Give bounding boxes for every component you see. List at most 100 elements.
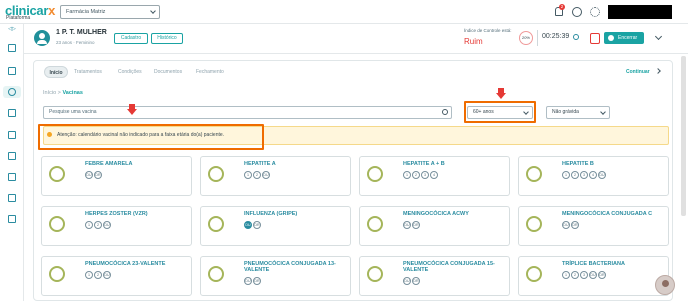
dose-badge[interactable]: 1 [85, 221, 93, 229]
chart-icon[interactable] [8, 67, 16, 75]
top-bar: clinicarx Plataforma Farmácia Matriz 2 [0, 0, 688, 24]
dose-badge[interactable]: DU [85, 171, 93, 179]
dose-badge[interactable]: 2 [571, 271, 579, 279]
bank-icon[interactable] [8, 173, 16, 181]
clinicarx-logo[interactable]: clinicarx Plataforma [5, 3, 57, 21]
dose-badge[interactable]: DR [598, 271, 606, 279]
dose-badge[interactable]: DU [403, 277, 411, 285]
dose-badge[interactable]: DU [589, 271, 597, 279]
help-icon[interactable] [572, 7, 582, 17]
pregnancy-select[interactable]: Não grávida [546, 106, 610, 119]
vaccine-card[interactable]: HEPATITE B 1 2 3 4 DU [518, 156, 669, 196]
user-menu-redacted[interactable] [608, 5, 672, 19]
vaccine-card[interactable]: HERPES ZOSTER (VZR) 1 2 DU [41, 206, 192, 246]
encerrar-button[interactable]: Encerrar [604, 32, 644, 44]
search-icon[interactable] [442, 109, 448, 115]
historico-button[interactable]: Histórico [151, 33, 183, 44]
vaccine-card[interactable]: PNEUMOCÓCICA CONJUGADA 15-VALENTE DU DR [359, 256, 510, 296]
dose-badge[interactable]: DR [253, 277, 261, 285]
vaccine-status-circle[interactable] [526, 216, 542, 232]
tab-tratamentos[interactable]: Tratamentos [74, 66, 102, 78]
vaccine-card[interactable]: HEPATITE A + B 1234 [359, 156, 510, 196]
dose-badge[interactable]: 3 [421, 171, 429, 179]
dose-badge[interactable]: DU [262, 171, 270, 179]
assistant-avatar[interactable] [655, 275, 675, 295]
vaccine-status-circle[interactable] [367, 166, 383, 182]
chevron-right-icon[interactable] [655, 68, 661, 74]
folder-icon[interactable] [8, 152, 16, 160]
trash-icon[interactable] [590, 33, 600, 44]
sidebar-toggle[interactable]: ◁▷ [0, 26, 24, 34]
vaccine-card[interactable]: PNEUMOCÓCICA CONJUGADA 13-VALENTE DU DR [200, 256, 351, 296]
dose-badge[interactable]: 2 [94, 221, 102, 229]
vaccine-name: HEPATITE B [562, 161, 594, 167]
tab-condicoes[interactable]: Condições [118, 66, 142, 78]
vaccine-status-circle[interactable] [526, 266, 542, 282]
vaccine-status-circle[interactable] [49, 166, 65, 182]
dose-badge[interactable]: DU [103, 221, 111, 229]
dose-badge[interactable]: DR [94, 171, 102, 179]
vaccine-status-circle[interactable] [49, 266, 65, 282]
stats-icon[interactable] [8, 131, 16, 139]
tab-fechamento[interactable]: Fechamento [196, 66, 224, 78]
dose-badge[interactable]: DR [253, 221, 261, 229]
dose-badge[interactable]: DU [562, 221, 570, 229]
dose-badge[interactable]: 2 [253, 171, 261, 179]
breadcrumb-root[interactable]: Início [43, 90, 56, 96]
vaccine-status-circle[interactable] [208, 266, 224, 282]
tab-inicio[interactable]: Início [44, 66, 68, 78]
pharmacy-select[interactable]: Farmácia Matriz [60, 5, 160, 19]
pregnancy-value: Não grávida [552, 109, 579, 115]
calendar-icon[interactable] [8, 109, 16, 117]
pill-icon[interactable] [8, 88, 16, 96]
vaccine-status-circle[interactable] [367, 216, 383, 232]
dose-badge[interactable]: DU [103, 271, 111, 279]
report-icon[interactable] [8, 215, 16, 223]
dose-badge[interactable]: 2 [94, 271, 102, 279]
dose-badge[interactable]: 1 [562, 271, 570, 279]
chevron-down-icon[interactable] [654, 32, 663, 41]
dose-badge[interactable]: 1 [562, 171, 570, 179]
dose-badge[interactable]: 1 [85, 271, 93, 279]
vaccine-card[interactable]: FEBRE AMARELA DU DR [41, 156, 192, 196]
vaccine-card[interactable]: PNEUMOCÓCICA 23-VALENTE 1 2 DU [41, 256, 192, 296]
chevron-down-icon [600, 109, 606, 115]
clock-icon[interactable] [573, 34, 579, 40]
dose-badge[interactable]: DU [244, 277, 252, 285]
dose-badge[interactable]: 2 [412, 171, 420, 179]
tab-documentos[interactable]: Documentos [154, 66, 182, 78]
dose-badge[interactable]: DU [244, 221, 252, 229]
continuar-button[interactable]: Continuar [626, 69, 650, 75]
gear-icon[interactable] [590, 7, 600, 17]
dose-badge[interactable]: DU [598, 171, 606, 179]
vaccine-card[interactable]: TRÍPLICE BACTERIANA 1 2 3 DU DR [518, 256, 669, 296]
vaccine-card[interactable]: HEPATITE A 1 2 DU [200, 156, 351, 196]
vaccine-status-circle[interactable] [367, 266, 383, 282]
dose-badge[interactable]: DR [571, 221, 579, 229]
breadcrumb: Início > Vacinas [43, 90, 83, 96]
vaccine-status-circle[interactable] [526, 166, 542, 182]
dose-badge[interactable]: 4 [430, 171, 438, 179]
dose-badge[interactable]: 3 [580, 171, 588, 179]
annotation-highlight-box [38, 124, 264, 150]
home-icon[interactable] [8, 44, 16, 52]
dose-badge[interactable]: DU [403, 221, 411, 229]
vaccine-card[interactable]: INFLUENZA (GRIPE) DU DR [200, 206, 351, 246]
id-card-icon[interactable] [8, 194, 16, 202]
dose-badge[interactable]: 1 [244, 171, 252, 179]
dose-badge[interactable]: 3 [580, 271, 588, 279]
vaccine-status-circle[interactable] [208, 216, 224, 232]
vaccine-card[interactable]: MENINGOCÓCICA CONJUGADA C DU DR [518, 206, 669, 246]
patient-name: 1 P. T. MULHER [56, 29, 107, 36]
cadastro-button[interactable]: Cadastro [114, 33, 148, 44]
dose-badge[interactable]: DR [412, 277, 420, 285]
dose-badge[interactable]: 1 [403, 171, 411, 179]
dose-badge[interactable]: DR [412, 221, 420, 229]
vaccine-search-input[interactable]: Pesquise uma vacina [43, 106, 452, 119]
dose-badge[interactable]: 4 [589, 171, 597, 179]
dose-badge[interactable]: 2 [571, 171, 579, 179]
vaccine-status-circle[interactable] [49, 216, 65, 232]
vaccine-card[interactable]: MENINGOCÓCICA ACWY DU DR [359, 206, 510, 246]
scrollbar[interactable] [681, 56, 686, 216]
vaccine-status-circle[interactable] [208, 166, 224, 182]
